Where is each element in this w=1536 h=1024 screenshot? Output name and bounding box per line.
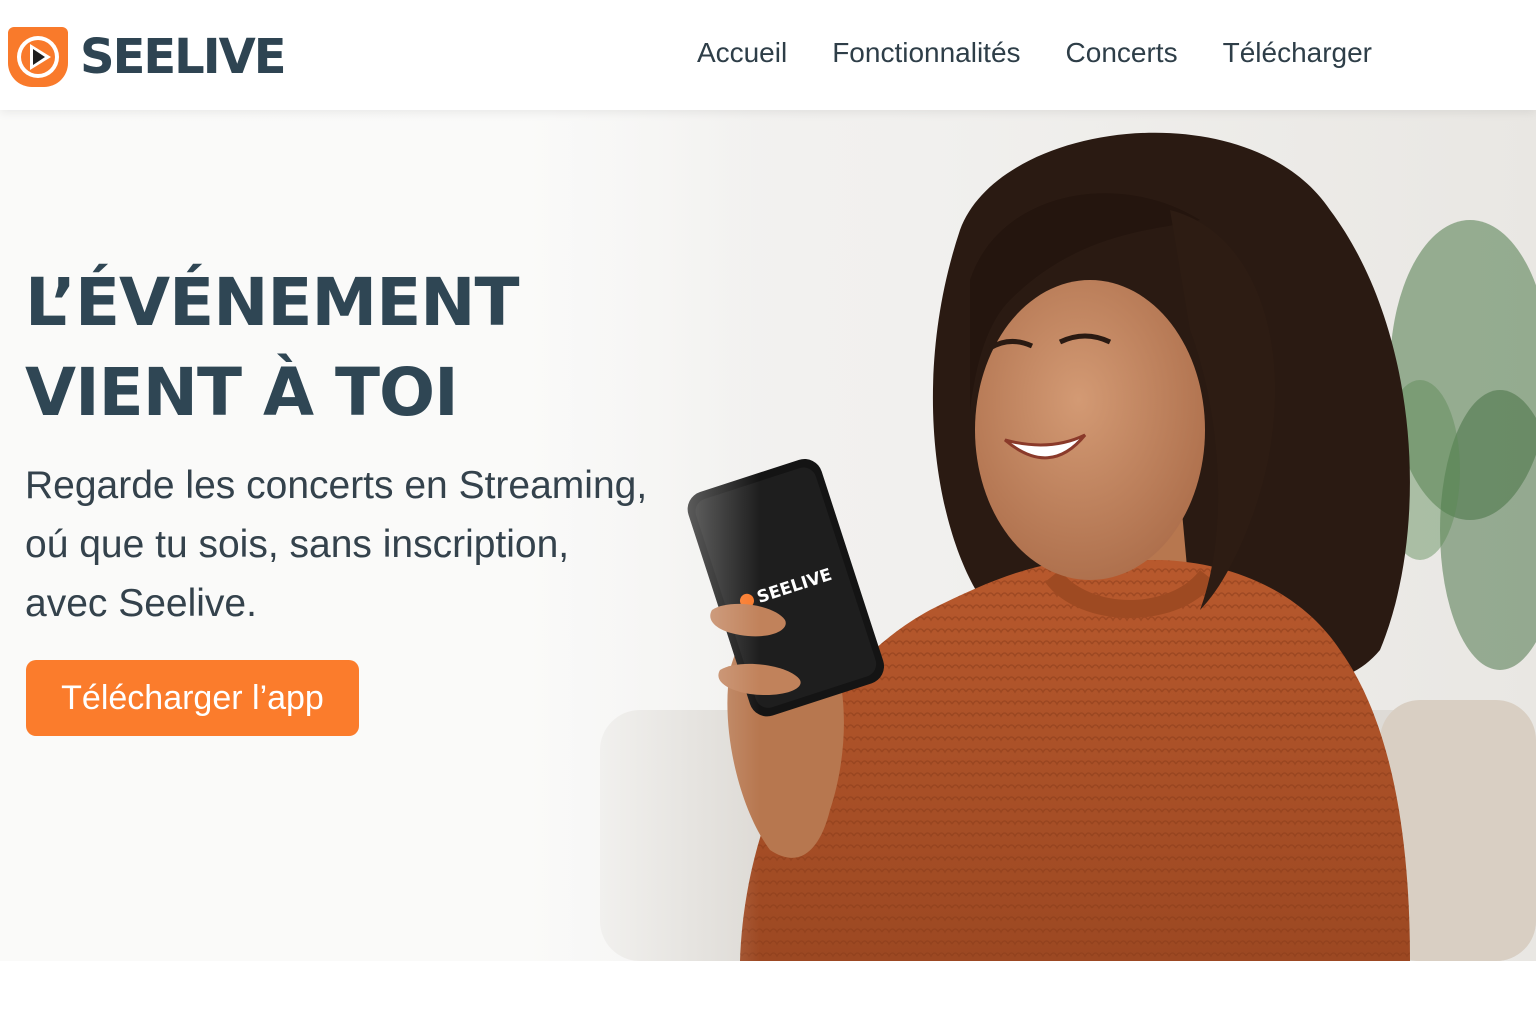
page-bottom-area — [0, 961, 1536, 1024]
nav-link-telecharger[interactable]: Télécharger — [1223, 37, 1372, 69]
hero-headline-line-2: VIENT À TOI — [25, 354, 459, 431]
main-nav: Accueil Fonctionnalités Concerts Télécha… — [697, 30, 1372, 76]
nav-link-accueil[interactable]: Accueil — [697, 37, 787, 69]
play-icon — [8, 27, 68, 87]
hero-subtext-line-3: avec Seelive. — [25, 582, 257, 625]
hero-headline: L’ÉVÉNEMENT VIENT À TOI — [25, 258, 520, 438]
brand-name: SEELIVE — [80, 29, 287, 85]
hero-subtext-line-1: Regarde les concerts en Streaming, — [25, 464, 648, 507]
hero-subtext-line-2: oú que tu sois, sans inscription, — [25, 523, 570, 566]
hero-section: SEELIVE L’ÉVÉNEMENT VIENT À TOI Regarde … — [0, 110, 1536, 961]
nav-link-fonctionnalites[interactable]: Fonctionnalités — [832, 37, 1020, 69]
hero-subtext: Regarde les concerts en Streaming, oú qu… — [25, 456, 665, 633]
hero-headline-line-1: L’ÉVÉNEMENT — [25, 264, 520, 341]
top-navbar: SEELIVE Accueil Fonctionnalités Concerts… — [0, 0, 1536, 110]
download-app-button[interactable]: Télécharger l’app — [26, 660, 359, 736]
brand-logo-link[interactable]: SEELIVE — [8, 27, 287, 87]
nav-link-concerts[interactable]: Concerts — [1066, 37, 1178, 69]
